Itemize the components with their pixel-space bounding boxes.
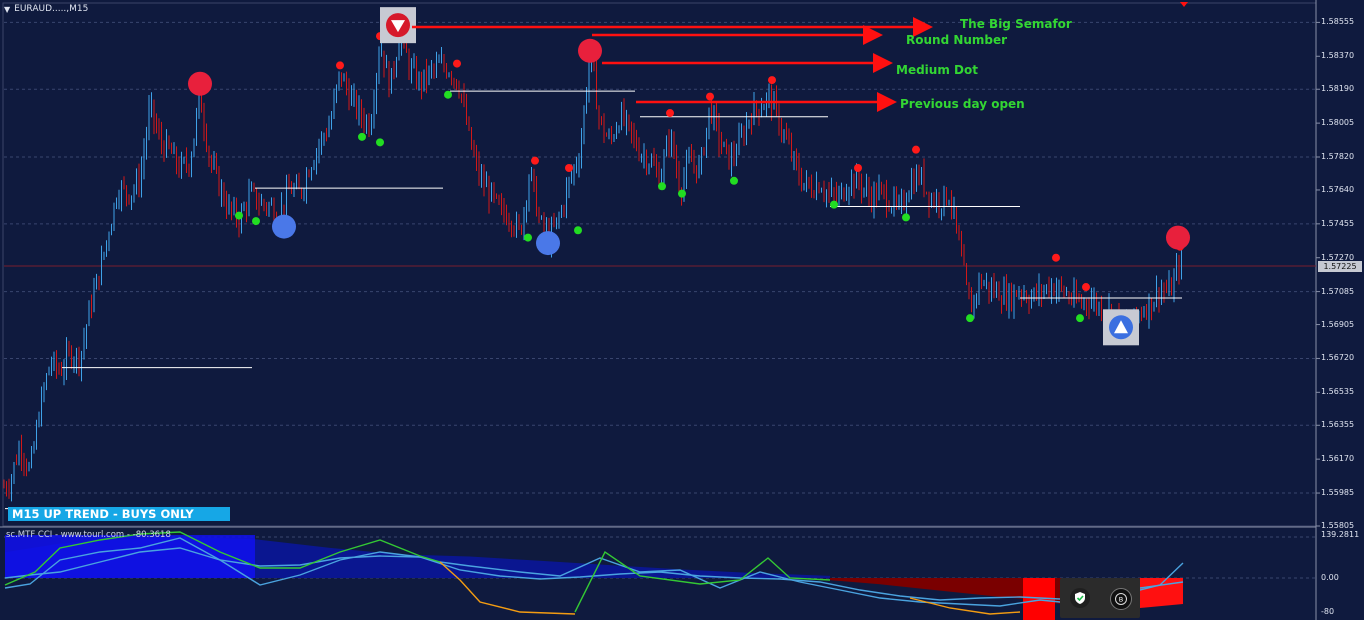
pivot-low-dot [658,182,666,191]
pivot-low-dot [235,211,243,220]
price-tick-label: 1.57640 [1321,184,1355,194]
price-chart[interactable] [0,0,1364,620]
annotation-previous-day-open: Previous day open [900,97,1025,111]
price-tick-label: 1.56535 [1321,387,1355,397]
pivot-low-dot [678,189,686,198]
pivot-high-dot [666,109,674,118]
pivot-low-dot [574,226,582,235]
price-tick-label: 1.58005 [1321,118,1355,128]
pivot-low-dot [252,217,260,226]
price-tick-label: 1.55985 [1321,488,1355,498]
trend-badge: M15 UP TREND - BUYS ONLY [8,507,230,521]
price-tick-label: 1.57085 [1321,286,1355,296]
pivot-low-dot [1076,314,1084,323]
price-tick-label: 1.56170 [1321,454,1355,464]
pivot-high-dot [706,92,714,101]
pivot-low-dot [376,138,384,147]
price-tick-label: 1.57455 [1321,218,1355,228]
pivot-low-dot [830,200,838,209]
semafor-big-dot-high [1166,225,1190,250]
pivot-high-dot [336,61,344,70]
svg-text:B: B [1119,596,1123,604]
price-tick-label: 1.56905 [1321,319,1355,329]
price-tick-label: 1.55805 [1321,521,1355,530]
indicator-axis-mid: 0.00 [1321,573,1339,582]
pivot-high-dot [1052,253,1060,262]
pivot-low-dot [444,90,452,99]
pivot-low-dot [358,132,366,141]
price-tick-label: 1.58190 [1321,84,1355,94]
semafor-big-dot-high [578,38,602,63]
chart-window[interactable]: ▼ EURAUD.....,M15 The Big Semafor Round … [0,0,1364,620]
price-tick-label: 1.58370 [1321,51,1355,61]
app-badge-icon[interactable]: B [1110,588,1132,610]
indicator-axis-top: 139.2811 [1321,530,1360,539]
shield-check-icon[interactable] [1070,588,1090,608]
pivot-low-dot [524,233,532,242]
pivot-high-dot [854,163,862,172]
semafor-big-dot-low [536,231,560,256]
semafor-box [380,7,416,44]
indicator-title: sc.MTF CCI - www.tourl.com - -80.3618 [6,530,171,540]
symbol-title[interactable]: ▼ EURAUD.....,M15 [4,4,88,14]
price-tick-label: 1.56720 [1321,353,1355,363]
pivot-high-dot [912,145,920,154]
cci-blue-block [5,535,255,578]
semafor-big-dot-high [188,71,212,96]
annotation-medium-dot: Medium Dot [896,63,978,77]
annotation-big-semafor: The Big Semafor [960,17,1072,31]
pivot-high-dot [1082,283,1090,292]
collapse-triangle-icon[interactable]: ▼ [4,5,10,14]
pivot-low-dot [730,176,738,185]
symbol-title-text: EURAUD.....,M15 [14,4,89,14]
pivot-high-dot [768,76,776,85]
semafor-big-dot-low [272,214,296,239]
pivot-high-dot [453,59,461,68]
pivot-low-dot [902,213,910,222]
price-tick-label: 1.56355 [1321,420,1355,430]
pivot-low-dot [966,314,974,323]
annotation-round-number: Round Number [906,33,1008,47]
semafor-box [1103,309,1139,346]
current-price-label: 1.57225 [1318,261,1362,272]
tray-popup[interactable]: B [1060,578,1140,618]
pivot-high-dot [531,156,539,165]
indicator-axis-bottom: -80 [1321,607,1335,616]
pivot-high-dot [565,163,573,172]
price-tick-label: 1.57820 [1321,151,1355,161]
price-tick-label: 1.58555 [1321,17,1355,27]
